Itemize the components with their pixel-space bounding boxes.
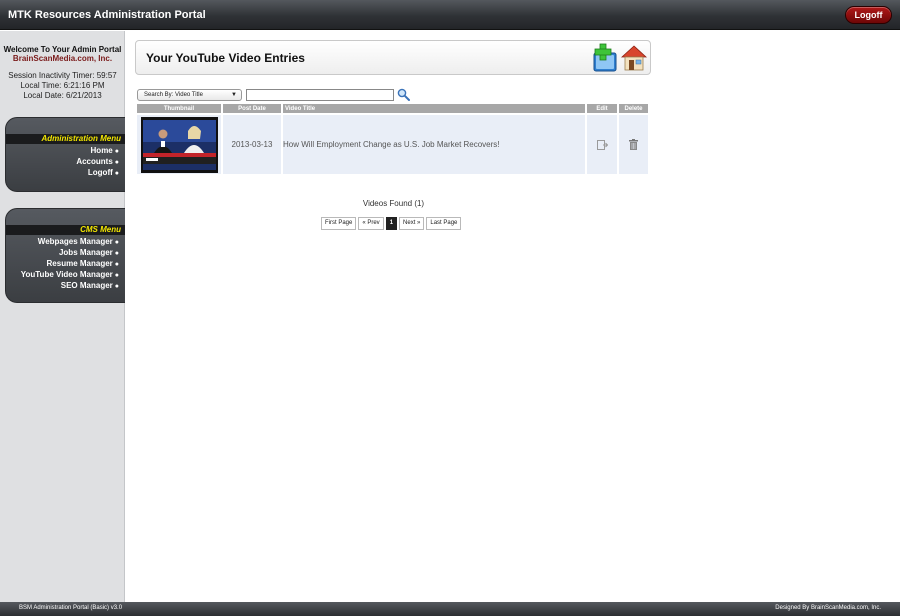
header-post-date: Post Date [222, 104, 283, 114]
chevron-down-icon: ▼ [231, 92, 237, 98]
header-thumbnail: Thumbnail [137, 104, 223, 114]
menu-item-seo-manager[interactable]: SEO Manager ● [6, 281, 119, 292]
add-folder-icon[interactable] [592, 43, 620, 73]
menu-item-label: YouTube Video Manager [20, 270, 113, 279]
header-video-title: Video Title [282, 104, 587, 114]
edit-cell [586, 113, 619, 174]
session-timer: Session Inactivity Timer: 59:57 [8, 71, 117, 80]
menu-item-label: Accounts [76, 157, 113, 166]
welcome-block: Welcome To Your Admin Portal BrainScanMe… [0, 45, 125, 63]
header-delete: Delete [618, 104, 650, 114]
session-info: Session Inactivity Timer: 59:57 Local Ti… [0, 71, 125, 101]
video-title-cell: How Will Employment Change as U.S. Job M… [282, 113, 587, 174]
admin-menu: Administration Menu Home ● Accounts ● Logo… [5, 117, 125, 192]
menu-item-resume-manager[interactable]: Resume Manager ● [6, 259, 119, 270]
next-page-button[interactable]: Next » [399, 217, 425, 230]
footer-credit: Designed By BrainScanMedia.com, Inc. [775, 605, 881, 611]
bullet-icon: ● [114, 159, 119, 166]
home-icon[interactable] [620, 43, 648, 73]
menu-item-jobs-manager[interactable]: Jobs Manager ● [6, 248, 119, 259]
bullet-icon: ● [114, 170, 119, 177]
cms-menu: CMS Menu Webpages Manager ● Jobs Manager ●… [5, 208, 125, 303]
logoff-button[interactable]: Logoff [845, 6, 892, 24]
current-page[interactable]: 1 [385, 217, 398, 230]
footer: BSM Administration Portal (Basic) v3.0 D… [0, 602, 900, 616]
thumbnail-cell [137, 113, 223, 174]
cms-menu-title: CMS Menu [6, 225, 125, 235]
bullet-icon: ● [114, 283, 119, 290]
menu-item-logoff[interactable]: Logoff ● [6, 168, 119, 179]
sidebar: Welcome To Your Admin Portal BrainScanMe… [0, 31, 125, 602]
app-title: MTK Resources Administration Portal [8, 9, 206, 21]
local-date: Local Date: 6/21/2013 [23, 91, 102, 100]
prev-page-button[interactable]: « Prev [358, 217, 384, 230]
company-name: BrainScanMedia.com, Inc. [12, 54, 113, 63]
delete-cell [618, 113, 650, 174]
menu-item-accounts[interactable]: Accounts ● [6, 157, 119, 168]
first-page-button[interactable]: First Page [321, 217, 357, 230]
trash-icon[interactable] [629, 139, 638, 150]
bullet-icon: ● [114, 250, 119, 257]
page-header: Your YouTube Video Entries [135, 40, 651, 75]
videos-found-count: Videos Found (1) [362, 199, 425, 208]
menu-item-label: Home [90, 146, 113, 155]
search-input[interactable] [246, 89, 394, 101]
post-date-cell: 2013-03-13 [222, 113, 283, 174]
bullet-icon: ● [114, 148, 119, 155]
edit-icon[interactable] [596, 139, 608, 150]
last-page-button[interactable]: Last Page [426, 217, 462, 230]
menu-item-webpages-manager[interactable]: Webpages Manager ● [6, 237, 119, 248]
pagination: First Page « Prev 1 Next » Last Page [321, 217, 462, 230]
welcome-text: Welcome To Your Admin Portal [3, 45, 122, 54]
footer-version: BSM Administration Portal (Basic) v3.0 [19, 605, 123, 611]
admin-menu-title: Administration Menu [6, 134, 125, 144]
local-time: Local Time: 6:21:16 PM [20, 81, 105, 90]
menu-item-label: Webpages Manager [37, 237, 113, 246]
header-edit: Edit [586, 104, 619, 114]
search-icon[interactable] [397, 88, 410, 101]
menu-item-label: Resume Manager [46, 259, 113, 268]
video-entries-table: Thumbnail Post Date Video Title Edit Del… [137, 104, 650, 174]
menu-item-label: Jobs Manager [58, 248, 113, 257]
menu-item-youtube-video-manager[interactable]: YouTube Video Manager ● [6, 270, 119, 281]
page-title: Your YouTube Video Entries [146, 51, 305, 65]
bullet-icon: ● [114, 239, 119, 246]
table-header-row: Thumbnail Post Date Video Title Edit Del… [137, 104, 650, 114]
menu-item-home[interactable]: Home ● [6, 146, 119, 157]
search-by-select[interactable]: Search By: Video Title ▼ [137, 89, 242, 101]
table-row: 2013-03-13 How Will Employment Change as… [137, 113, 650, 174]
bullet-icon: ● [114, 261, 119, 268]
bullet-icon: ● [114, 272, 119, 279]
menu-item-label: SEO Manager [60, 281, 113, 290]
video-thumbnail[interactable] [140, 116, 218, 173]
top-bar: MTK Resources Administration Portal Logo… [0, 0, 900, 30]
search-by-label: Search By: Video Title [144, 92, 203, 98]
menu-item-label: Logoff [87, 168, 113, 177]
